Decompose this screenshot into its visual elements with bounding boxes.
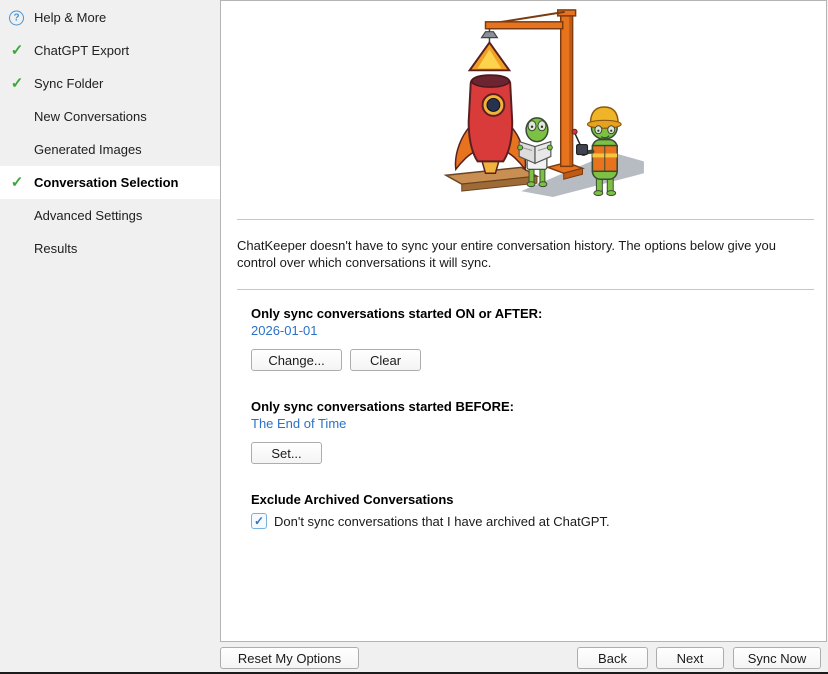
- rocket-assembly-illustration: [425, 3, 645, 201]
- sidebar-item-label: Advanced Settings: [34, 208, 142, 223]
- sync-now-button[interactable]: Sync Now: [733, 647, 821, 669]
- back-button[interactable]: Back: [577, 647, 648, 669]
- sidebar-item-chatgpt-export[interactable]: ✓ ChatGPT Export: [0, 34, 220, 67]
- archived-section-heading: Exclude Archived Conversations: [251, 492, 454, 507]
- divider: [237, 289, 814, 290]
- checkmark-icon: ✓: [254, 514, 264, 528]
- sidebar-item-label: New Conversations: [34, 109, 147, 124]
- wizard-step-sidebar: ? Help & More ✓ ChatGPT Export ✓ Sync Fo…: [0, 0, 220, 674]
- change-after-date-button[interactable]: Change...: [251, 349, 342, 371]
- sidebar-item-label: Conversation Selection: [34, 175, 178, 190]
- sidebar-item-sync-folder[interactable]: ✓ Sync Folder: [0, 67, 220, 100]
- sidebar-item-advanced-settings[interactable]: Advanced Settings: [0, 199, 220, 232]
- reset-my-options-button[interactable]: Reset My Options: [220, 647, 359, 669]
- before-date-link[interactable]: The End of Time: [251, 416, 346, 431]
- sidebar-item-results[interactable]: Results: [0, 232, 220, 265]
- divider: [237, 219, 814, 220]
- after-button-row: Change... Clear: [251, 349, 421, 371]
- after-date-link[interactable]: 2026-01-01: [251, 323, 318, 338]
- check-icon: ✓: [9, 43, 25, 59]
- help-icon: ?: [9, 10, 24, 25]
- conversation-selection-page: ChatKeeper doesn't have to sync your ent…: [220, 0, 827, 642]
- sidebar-item-conversation-selection[interactable]: ✓ Conversation Selection: [0, 166, 220, 199]
- sidebar-item-generated-images[interactable]: Generated Images: [0, 133, 220, 166]
- sidebar-item-label: Generated Images: [34, 142, 142, 157]
- check-icon: ✓: [9, 175, 25, 191]
- archived-checkbox[interactable]: ✓: [251, 513, 267, 529]
- sidebar-item-help-more[interactable]: ? Help & More: [0, 1, 220, 34]
- clear-after-date-button[interactable]: Clear: [350, 349, 421, 371]
- intro-text: ChatKeeper doesn't have to sync your ent…: [237, 237, 815, 271]
- sidebar-item-label: ChatGPT Export: [34, 43, 129, 58]
- sidebar-item-new-conversations[interactable]: New Conversations: [0, 100, 220, 133]
- sidebar-item-label: Results: [34, 241, 77, 256]
- archived-checkbox-row[interactable]: ✓ Don't sync conversations that I have a…: [251, 513, 610, 529]
- before-section-heading: Only sync conversations started BEFORE:: [251, 399, 514, 414]
- set-before-date-button[interactable]: Set...: [251, 442, 322, 464]
- sidebar-item-label: Help & More: [34, 10, 106, 25]
- check-icon: ✓: [9, 76, 25, 92]
- after-section-heading: Only sync conversations started ON or AF…: [251, 306, 542, 321]
- next-button[interactable]: Next: [656, 647, 724, 669]
- before-button-row: Set...: [251, 442, 322, 464]
- sidebar-item-label: Sync Folder: [34, 76, 103, 91]
- archived-checkbox-label[interactable]: Don't sync conversations that I have arc…: [274, 514, 610, 529]
